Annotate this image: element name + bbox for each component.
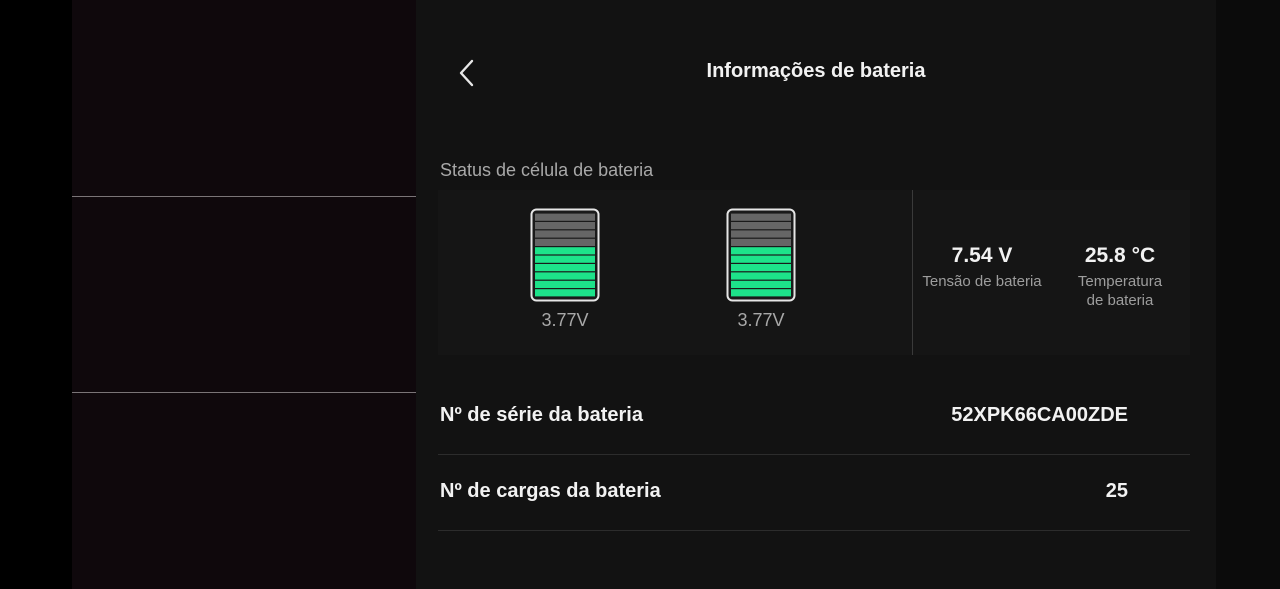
vertical-divider [912, 190, 913, 355]
battery-temperature-label: Temperatura de bateria [1062, 272, 1178, 310]
battery-segment-empty [535, 222, 595, 230]
battery-segment-empty [535, 238, 595, 246]
battery-segment-empty [731, 222, 791, 230]
battery-segment-filled [535, 255, 595, 263]
page-title: Informações de bateria [706, 60, 926, 82]
battery-cell-2: 3.77V [726, 208, 796, 331]
battery-segment-filled [535, 264, 595, 272]
battery-segment-filled [731, 272, 791, 280]
cell-voltage: 3.77V [737, 310, 785, 330]
battery-segment-empty [731, 230, 791, 238]
battery-voltage-label: Tensão de bateria [922, 273, 1042, 290]
cell-status-box: 3.77V 3.77V 7.54 V Tensão de bateria 25.… [438, 190, 1190, 355]
battery-voltage-stat: 7.54 V Tensão de bateria [918, 244, 1046, 291]
battery-temperature-label-line1: Temperatura [1077, 273, 1163, 290]
battery-segment-filled [535, 247, 595, 255]
chevron-left-icon [459, 59, 474, 87]
battery-segment-empty [731, 238, 791, 246]
battery-temperature-stat: 25.8 °C Temperatura de bateria [1062, 244, 1178, 310]
battery-segment-filled [535, 280, 595, 288]
battery-temperature-label-line2: de bateria [1086, 292, 1154, 309]
cell-status-label: Status de célula de bateria [440, 160, 654, 180]
serial-number-row: Nº de série da bateria 52XPK66CA00ZDE [438, 378, 1190, 455]
battery-segment-filled [731, 280, 791, 288]
battery-segment-empty [535, 230, 595, 238]
battery-info-panel: Informações de bateria Status de célula … [416, 0, 1216, 589]
battery-segment-filled [535, 289, 595, 297]
battery-cell-icon [726, 208, 796, 302]
grid-line [72, 392, 416, 393]
serial-number-label: Nº de série da bateria [440, 404, 643, 426]
charge-count-row: Nº de cargas da bateria 25 [438, 454, 1190, 531]
battery-segment-filled [731, 247, 791, 255]
screen: Informações de bateria Status de célula … [0, 0, 1280, 589]
serial-number-value: 52XPK66CA00ZDE [951, 404, 1128, 426]
charge-count-value: 25 [1105, 480, 1128, 502]
grid-line [72, 196, 416, 197]
camera-view[interactable] [72, 0, 416, 589]
battery-segment-empty [731, 213, 791, 221]
left-edge [0, 0, 72, 589]
battery-segment-filled [731, 255, 791, 263]
battery-segment-filled [731, 264, 791, 272]
back-button[interactable] [452, 54, 482, 92]
battery-segment-filled [535, 272, 595, 280]
battery-segment-filled [731, 289, 791, 297]
battery-cell-1: 3.77V [530, 208, 600, 331]
right-edge [1216, 0, 1280, 589]
battery-segment-empty [535, 213, 595, 221]
battery-voltage-value: 7.54 V [951, 244, 1013, 267]
cell-voltage: 3.77V [541, 310, 589, 330]
battery-temperature-value: 25.8 °C [1084, 244, 1156, 267]
charge-count-label: Nº de cargas da bateria [440, 480, 661, 502]
battery-cell-icon [530, 208, 600, 302]
